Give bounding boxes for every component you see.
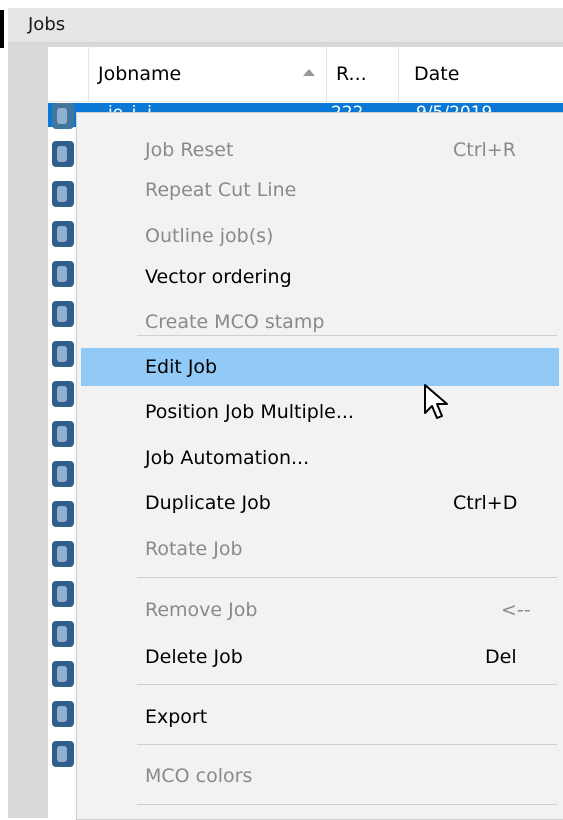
menu-item-outline-jobs[interactable]: Outline job(s) — [81, 217, 559, 255]
job-file-icon — [52, 261, 74, 287]
column-header-icon[interactable] — [48, 47, 89, 101]
menu-item-label: Edit Job — [145, 356, 218, 378]
menu-item-mco-colors[interactable]: MCO colors — [81, 757, 559, 795]
sort-ascending-icon — [303, 69, 315, 76]
menu-item-shortcut: <-- — [501, 599, 531, 621]
job-file-icon — [52, 221, 74, 247]
mouse-pointer-icon — [424, 384, 448, 419]
column-header-date[interactable]: Date — [398, 47, 563, 101]
column-date-label: Date — [414, 63, 460, 85]
column-header-jobname[interactable]: Jobname — [88, 47, 327, 101]
job-file-icon — [52, 301, 74, 327]
menu-separator — [137, 684, 557, 685]
job-file-icon — [52, 541, 74, 567]
job-file-icon — [52, 741, 74, 767]
job-file-icon — [52, 421, 74, 447]
job-file-icon — [52, 581, 74, 607]
job-file-icon — [52, 103, 74, 129]
job-file-icon — [52, 501, 74, 527]
job-file-icon — [52, 181, 74, 207]
window-edge — [0, 0, 8, 818]
job-file-icon — [52, 381, 74, 407]
column-header-r[interactable]: R... — [326, 47, 399, 101]
menu-item-edit-job[interactable]: Edit Job — [81, 348, 559, 386]
menu-item-rotate-job[interactable]: Rotate Job — [81, 530, 559, 568]
menu-separator — [137, 335, 557, 336]
menu-item-delete-job[interactable]: Delete Job Del — [81, 638, 559, 676]
menu-item-label: Job Reset — [145, 139, 234, 161]
job-file-icon — [52, 701, 74, 727]
menu-item-shortcut: Ctrl+R — [453, 139, 516, 161]
menu-separator — [137, 744, 557, 745]
menu-item-label: Position Job Multiple... — [145, 401, 354, 423]
jobs-panel-header: Jobs — [8, 8, 563, 43]
menu-item-label: Duplicate Job — [145, 492, 271, 514]
menu-item-label: Outline job(s) — [145, 225, 274, 247]
menu-item-label: Repeat Cut Line — [145, 179, 297, 201]
job-file-icon — [52, 341, 74, 367]
menu-item-job-automation[interactable]: Job Automation... — [81, 439, 559, 477]
column-jobname-label: Jobname — [98, 63, 182, 85]
menu-item-label: MCO colors — [145, 765, 253, 787]
menu-item-vector-ordering[interactable]: Vector ordering — [81, 258, 559, 296]
menu-item-job-reset[interactable]: Job Reset Ctrl+R — [81, 131, 559, 169]
column-header-bar: Jobname R... Date — [48, 47, 563, 102]
job-file-icon — [52, 141, 74, 167]
menu-item-label: Delete Job — [145, 646, 243, 668]
menu-item-shortcut: Ctrl+D — [453, 492, 518, 514]
panel-title: Jobs — [28, 14, 66, 35]
menu-item-export[interactable]: Export — [81, 698, 559, 736]
menu-item-label: Rotate Job — [145, 538, 243, 560]
context-menu: Job Reset Ctrl+R Repeat Cut Line Outline jo… — [76, 112, 563, 820]
job-file-icon — [52, 661, 74, 687]
menu-item-shortcut: Del — [485, 646, 517, 668]
menu-item-repeat-cut-line[interactable]: Repeat Cut Line — [81, 171, 559, 209]
menu-item-label: Remove Job — [145, 599, 258, 621]
job-file-icon — [52, 621, 74, 647]
menu-item-duplicate-job[interactable]: Duplicate Job Ctrl+D — [81, 484, 559, 522]
job-file-icon — [52, 461, 74, 487]
window-edge-dark — [0, 10, 4, 48]
menu-separator — [137, 577, 557, 578]
menu-item-label: Create MCO stamp — [145, 311, 325, 333]
column-r-label: R... — [336, 63, 367, 85]
menu-item-remove-job[interactable]: Remove Job <-- — [81, 591, 559, 629]
menu-item-position-job-multiple[interactable]: Position Job Multiple... — [81, 393, 559, 431]
menu-item-label: Vector ordering — [145, 266, 292, 288]
menu-item-label: Job Automation... — [145, 447, 310, 469]
menu-separator — [137, 804, 557, 805]
menu-item-label: Export — [145, 706, 208, 728]
